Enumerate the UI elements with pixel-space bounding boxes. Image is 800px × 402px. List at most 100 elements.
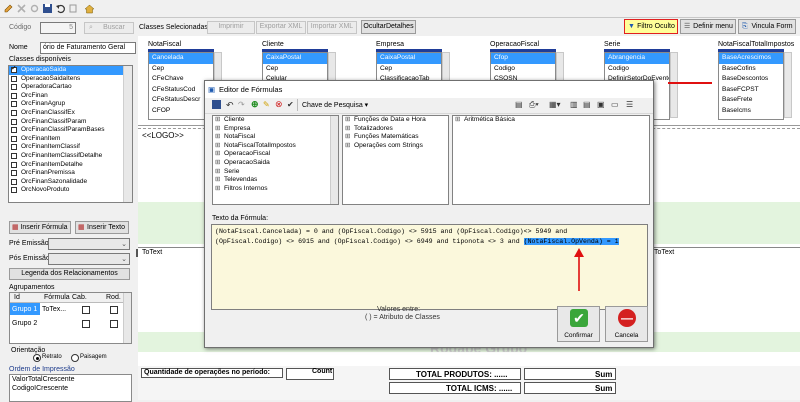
class-box-title[interactable]: NotaFiscal: [148, 40, 214, 52]
confirmar-button[interactable]: ✔ Confirmar: [557, 306, 600, 342]
pos-emissao-select[interactable]: ⌄: [48, 253, 130, 265]
classes-tree-scrollbar[interactable]: [330, 116, 338, 204]
add-icon[interactable]: ⊕: [251, 99, 259, 110]
agrup-row-1-cab-checkbox[interactable]: [82, 306, 90, 314]
class-box-title[interactable]: NotaFiscalTotalImpostos: [718, 40, 794, 52]
class-field[interactable]: Codigo: [605, 64, 669, 75]
class-checkbox[interactable]: [11, 92, 17, 99]
tree-node[interactable]: Serie: [213, 168, 338, 177]
class-field[interactable]: Cep: [377, 64, 441, 75]
ordem-item[interactable]: ValorTotalCrescente: [12, 376, 75, 383]
totext-field-2[interactable]: ToText: [654, 249, 674, 256]
class-list-item[interactable]: OperacaoSaida: [9, 66, 132, 75]
undo-icon[interactable]: [55, 3, 66, 14]
class-checkbox[interactable]: [11, 144, 17, 151]
agrup-row-1-formula[interactable]: ToTex...: [42, 306, 66, 313]
window-icon[interactable]: ▭: [611, 100, 619, 109]
class-field-scrollbar[interactable]: [784, 52, 792, 118]
class-field[interactable]: CaixaPostal: [377, 53, 441, 64]
tree-node[interactable]: OperacaoFiscal: [213, 150, 338, 159]
agrup-row-1-rod-checkbox[interactable]: [110, 306, 118, 314]
class-checkbox[interactable]: [11, 161, 17, 168]
tree-node[interactable]: Totalizadores: [343, 125, 448, 134]
class-list-item[interactable]: OrcFinanClassifEx: [9, 109, 132, 118]
tree-node[interactable]: Aritmética Básica: [453, 116, 649, 125]
class-field[interactable]: BaseFrete: [719, 95, 783, 106]
class-field[interactable]: Cep: [149, 64, 213, 75]
class-checkbox[interactable]: [11, 187, 17, 194]
class-field[interactable]: Cancelada: [149, 53, 213, 64]
class-list-item[interactable]: OrcFinanItemClassifDetalhe: [9, 152, 132, 161]
class-checkbox[interactable]: [11, 118, 17, 125]
settings-icon[interactable]: [29, 3, 40, 14]
class-field[interactable]: Abrangencia: [605, 53, 669, 64]
class-checkbox[interactable]: [11, 101, 17, 108]
grid-icon[interactable]: ▦▾: [549, 100, 561, 109]
tree-node[interactable]: Operações com Strings: [343, 142, 448, 151]
class-box-title[interactable]: Serie: [604, 40, 670, 52]
paisagem-radio[interactable]: [71, 354, 79, 362]
class-field[interactable]: CaixaPostal: [263, 53, 327, 64]
totext-field[interactable]: ToText: [142, 249, 162, 256]
classes-list-scrollbar[interactable]: [123, 66, 132, 202]
class-checkbox[interactable]: [11, 135, 17, 142]
class-list-item[interactable]: OrcFinanItemClassif: [9, 143, 132, 152]
agrupamentos-scrollbar[interactable]: [123, 293, 131, 343]
save-icon[interactable]: [212, 100, 221, 109]
nome-input[interactable]: ório de Faturamento Geral: [40, 42, 136, 54]
class-checkbox[interactable]: [11, 170, 17, 177]
class-list-item[interactable]: OrcFinanClassifParam: [9, 118, 132, 127]
class-checkbox[interactable]: [11, 178, 17, 185]
inserir-texto-button[interactable]: ▦ Inserir Texto: [75, 221, 129, 234]
pencil-icon[interactable]: ✎: [263, 100, 270, 109]
formula-textarea[interactable]: (NotaFiscal.Cancelada) = 0 and (OpFiscal…: [211, 224, 648, 310]
class-field[interactable]: Cfop: [491, 53, 555, 64]
save-icon[interactable]: [42, 3, 53, 14]
class-box[interactable]: NotaFiscalTotalImpostos BaseAcrescimos Bas…: [718, 40, 794, 120]
class-checkbox[interactable]: [11, 109, 17, 116]
class-list-item[interactable]: OrcFinanItem: [9, 135, 132, 144]
class-list-item[interactable]: OrcFinan: [9, 92, 132, 101]
dialog-title-bar[interactable]: ▣ Editor de Fórmulas: [205, 81, 653, 98]
class-field[interactable]: Cep: [263, 64, 327, 75]
class-field-list[interactable]: BaseAcrescimos BaseCofins BaseDescontos Bas…: [718, 52, 784, 120]
check-icon[interactable]: ✔: [287, 100, 294, 109]
cancel-icon[interactable]: ⊗: [275, 99, 283, 110]
class-field[interactable]: BaseIcms: [719, 106, 783, 117]
definir-menu-button[interactable]: ☰ Definir menu: [680, 19, 736, 34]
menu-icon[interactable]: ☰: [626, 100, 633, 109]
ordem-item[interactable]: CodigoICrescente: [12, 385, 68, 392]
class-checkbox[interactable]: [11, 84, 17, 91]
columns-icon[interactable]: ▥: [570, 100, 578, 109]
class-list-item[interactable]: OperacaoSaidaItens: [9, 75, 132, 84]
class-list-item[interactable]: OrcFinanItemDetalhe: [9, 161, 132, 170]
cancela-button[interactable]: — Cancela: [605, 306, 648, 342]
agrup-row-2-rod-checkbox[interactable]: [110, 320, 118, 328]
class-list-item[interactable]: OrcNovoProduto: [9, 186, 132, 195]
inserir-formula-button[interactable]: ▦ Inserir Fórmula: [9, 221, 71, 234]
tree-node[interactable]: Funções de Data e Hora: [343, 116, 448, 125]
class-field[interactable]: Codigo: [491, 64, 555, 75]
class-checkbox[interactable]: [11, 127, 17, 134]
delete-icon[interactable]: [16, 3, 27, 14]
tree-node[interactable]: Empresa: [213, 125, 338, 134]
class-list-item[interactable]: OrcFinanClassifParamBases: [9, 126, 132, 135]
buscar-button[interactable]: ⌕ Buscar: [84, 22, 134, 34]
operators-tree[interactable]: Aritmética Básica: [452, 115, 650, 205]
retrato-radio[interactable]: [33, 354, 41, 362]
class-list-item[interactable]: OrcFinanPremissa: [9, 169, 132, 178]
class-checkbox[interactable]: [11, 152, 17, 159]
functions-tree[interactable]: Funções de Data e HoraTotalizadoresFunçõ…: [342, 115, 449, 205]
class-field[interactable]: BaseDescontos: [719, 74, 783, 85]
class-field[interactable]: BaseAcrescimos: [719, 53, 783, 64]
agrup-row-2-id[interactable]: Grupo 2: [12, 320, 37, 327]
tree-node[interactable]: NotaFiscalTotalImpostos: [213, 142, 338, 151]
imprimir-button[interactable]: Imprimir: [207, 21, 255, 34]
class-box-title[interactable]: Cliente: [262, 40, 328, 52]
details-icon[interactable]: ▣: [597, 100, 605, 109]
tree-node[interactable]: Televendas: [213, 176, 338, 185]
agrup-row-1-id[interactable]: Grupo 1: [12, 306, 37, 313]
redo-icon[interactable]: ↷: [238, 100, 245, 109]
class-box-title[interactable]: Empresa: [376, 40, 442, 52]
filtro-oculto-button[interactable]: ▼ Filtro Oculto: [624, 19, 678, 34]
